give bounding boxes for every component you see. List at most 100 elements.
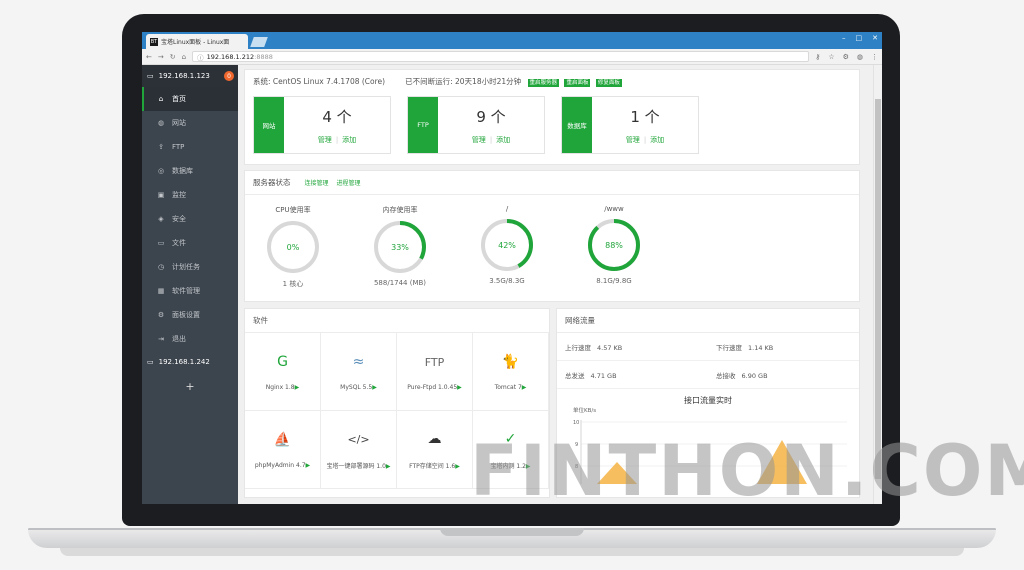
forward-icon[interactable]: → [158, 53, 164, 61]
home-icon: ⌂ [158, 95, 164, 103]
window-controls: – □ ✕ [842, 34, 878, 42]
restart-server-button[interactable]: 重启服务器 [527, 78, 560, 87]
laptop-shadow [60, 548, 964, 556]
download-value: 1.14 KB [748, 343, 774, 352]
url-port: :8888 [254, 52, 273, 61]
overview-panel: 系统: CentOS Linux 7.4.1708 (Core) 已不间断运行:… [244, 69, 860, 165]
separator: | [489, 135, 493, 144]
close-button[interactable]: ✕ [872, 34, 878, 42]
summary-cards: 网站 4 个管理 | 添加 FTP 9 个管理 | 添加 数据库 1 个管理 | 添加 [245, 92, 859, 164]
sidebar-item-6[interactable]: ▭ 文件 [142, 231, 238, 255]
browser-tools: ⚷ ☆ ⚙ ◍ ⋮ [815, 53, 878, 61]
maximize-button[interactable]: □ [856, 34, 863, 42]
software-item[interactable]: 🐈 Tomcat 7▶ [473, 333, 549, 411]
key-icon[interactable]: ⚷ [815, 53, 820, 61]
traffic-chart-unit: 单位KB/s [573, 408, 597, 414]
sidebar-item-3[interactable]: ◎ 数据库 [142, 159, 238, 183]
sidebar-item-0[interactable]: ⌂ 首页 [142, 87, 238, 111]
server-selector-2[interactable]: ▭ 192.168.1.242 [142, 351, 238, 373]
card-add-link[interactable]: 添加 [496, 136, 510, 144]
server-address: 192.168.1.123 [158, 72, 210, 80]
card-add-link[interactable]: 添加 [342, 136, 356, 144]
card-add-link[interactable]: 添加 [650, 136, 664, 144]
download-label: 下行速度 [716, 343, 742, 352]
play-icon[interactable]: ▶ [295, 384, 300, 391]
sidebar-item-label: 数据库 [172, 167, 193, 175]
software-item[interactable]: ☁ FTP存储空间 1.6▶ [397, 411, 473, 489]
card-count: 4 个 [322, 107, 352, 126]
menu-icon[interactable]: ⋮ [871, 53, 878, 61]
software-item[interactable]: ⛵ phpMyAdmin 4.7▶ [245, 411, 321, 489]
card-manage-link[interactable]: 管理 [318, 136, 332, 144]
play-icon[interactable]: ▶ [522, 384, 527, 391]
sidebar-item-label: 面板设置 [172, 311, 200, 319]
browser-tabbar: BT 宝塔Linux面板 - Linux面 – □ ✕ [142, 32, 882, 49]
ftp-icon: ⇪ [158, 143, 164, 151]
play-icon[interactable]: ▶ [372, 384, 377, 391]
sidebar-item-8[interactable]: ▦ 软件管理 [142, 279, 238, 303]
process-manage-link[interactable]: 进程管理 [337, 178, 361, 187]
card-links: 管理 | 添加 [318, 135, 356, 145]
nginx-icon: G [277, 354, 288, 370]
server-selector[interactable]: ▭ 192.168.1.123 0 [142, 65, 238, 87]
minimize-button[interactable]: – [842, 34, 846, 42]
info-icon: ⓘ [197, 53, 204, 62]
notification-badge[interactable]: 0 [224, 71, 234, 81]
sidebar-item-label: 网站 [172, 119, 186, 127]
sidebar-item-10[interactable]: ⇥ 退出 [142, 327, 238, 351]
software-item[interactable]: </> 宝塔一键部署源码 1.0▶ [321, 411, 397, 489]
star-icon[interactable]: ☆ [828, 53, 834, 61]
system-info-bar: 系统: CentOS Linux 7.4.1708 (Core) 已不间断运行:… [245, 70, 859, 92]
folder-icon: ▭ [157, 239, 165, 247]
separator: | [643, 135, 647, 144]
software-name: Nginx 1.8 [265, 384, 295, 391]
play-icon[interactable]: ▶ [457, 384, 462, 391]
sidebar-item-label: 计划任务 [172, 263, 200, 271]
card-manage-link[interactable]: 管理 [472, 136, 486, 144]
software-item[interactable]: ≈ MySQL 5.5▶ [321, 333, 397, 411]
software-name-row: 宝塔一键部署源码 1.0▶ [326, 461, 390, 470]
tab-title: 宝塔Linux面板 - Linux面 [161, 39, 230, 46]
total-recv-value: 6.90 GB [741, 371, 768, 380]
card-body: 9 个管理 | 添加 [438, 97, 544, 153]
play-icon[interactable]: ▶ [455, 463, 460, 470]
home-icon[interactable]: ⌂ [182, 53, 186, 61]
restart-panel-button[interactable]: 重启面板 [564, 78, 591, 87]
back-icon[interactable]: ← [146, 53, 152, 61]
repair-panel-button[interactable]: 修复面板 [595, 78, 622, 87]
software-item[interactable]: G Nginx 1.8▶ [245, 333, 321, 411]
scrollbar-thumb[interactable] [875, 99, 881, 479]
software-name-row: Tomcat 7▶ [495, 384, 527, 391]
software-name: 宝塔一键部署源码 1.0 [326, 463, 386, 470]
gauge-title: /www [604, 205, 624, 213]
play-icon[interactable]: ▶ [306, 462, 311, 469]
gauge-detail: 588/1744 (MB) [373, 279, 427, 287]
url-input[interactable]: ⓘ 192.168.1.212 :8888 [192, 51, 810, 62]
code-icon: </> [347, 432, 370, 446]
sidebar-item-1[interactable]: ◍ 网站 [142, 111, 238, 135]
server-status-panel: 服务器状态 连接管理 进程管理 CPU使用率 0% 1 核心 内存使用率 33% 588/… [244, 170, 860, 302]
mysql-dolphin-icon: ≈ [352, 354, 365, 370]
card-manage-link[interactable]: 管理 [626, 136, 640, 144]
software-name: Pure-Ftpd 1.0.45 [407, 384, 458, 391]
globe-icon[interactable]: ◍ [857, 53, 863, 61]
cloud-ftp-icon: ☁ [427, 431, 442, 447]
uptime-text: 已不间断运行: 20天18小时21分钟 [405, 76, 522, 86]
upload-value: 4.57 KB [597, 343, 623, 352]
browser-tab[interactable]: BT 宝塔Linux面板 - Linux面 [146, 34, 248, 49]
connection-manage-link[interactable]: 连接管理 [305, 178, 329, 187]
sidebar: ▭ 192.168.1.123 0 ⌂ 首页 ◍ 网站 ⇪ FTP ◎ 数据库 ▣ 监控 ◈ 安全 ▭ 文… [142, 65, 238, 504]
sidebar-item-4[interactable]: ▣ 监控 [142, 183, 238, 207]
play-icon[interactable]: ▶ [386, 463, 391, 470]
software-item[interactable]: FTP Pure-Ftpd 1.0.45▶ [397, 333, 473, 411]
add-server-button[interactable]: + [142, 373, 238, 399]
sidebar-item-5[interactable]: ◈ 安全 [142, 207, 238, 231]
new-tab-button[interactable] [250, 37, 268, 47]
summary-card: 网站 4 个管理 | 添加 [253, 96, 391, 154]
software-name: phpMyAdmin 4.7 [254, 462, 306, 469]
sidebar-item-9[interactable]: ⚙ 面板设置 [142, 303, 238, 327]
sidebar-item-2[interactable]: ⇪ FTP [142, 135, 238, 159]
sidebar-item-7[interactable]: ◷ 计划任务 [142, 255, 238, 279]
reload-icon[interactable]: ↻ [170, 53, 176, 61]
settings-icon[interactable]: ⚙ [843, 53, 849, 61]
